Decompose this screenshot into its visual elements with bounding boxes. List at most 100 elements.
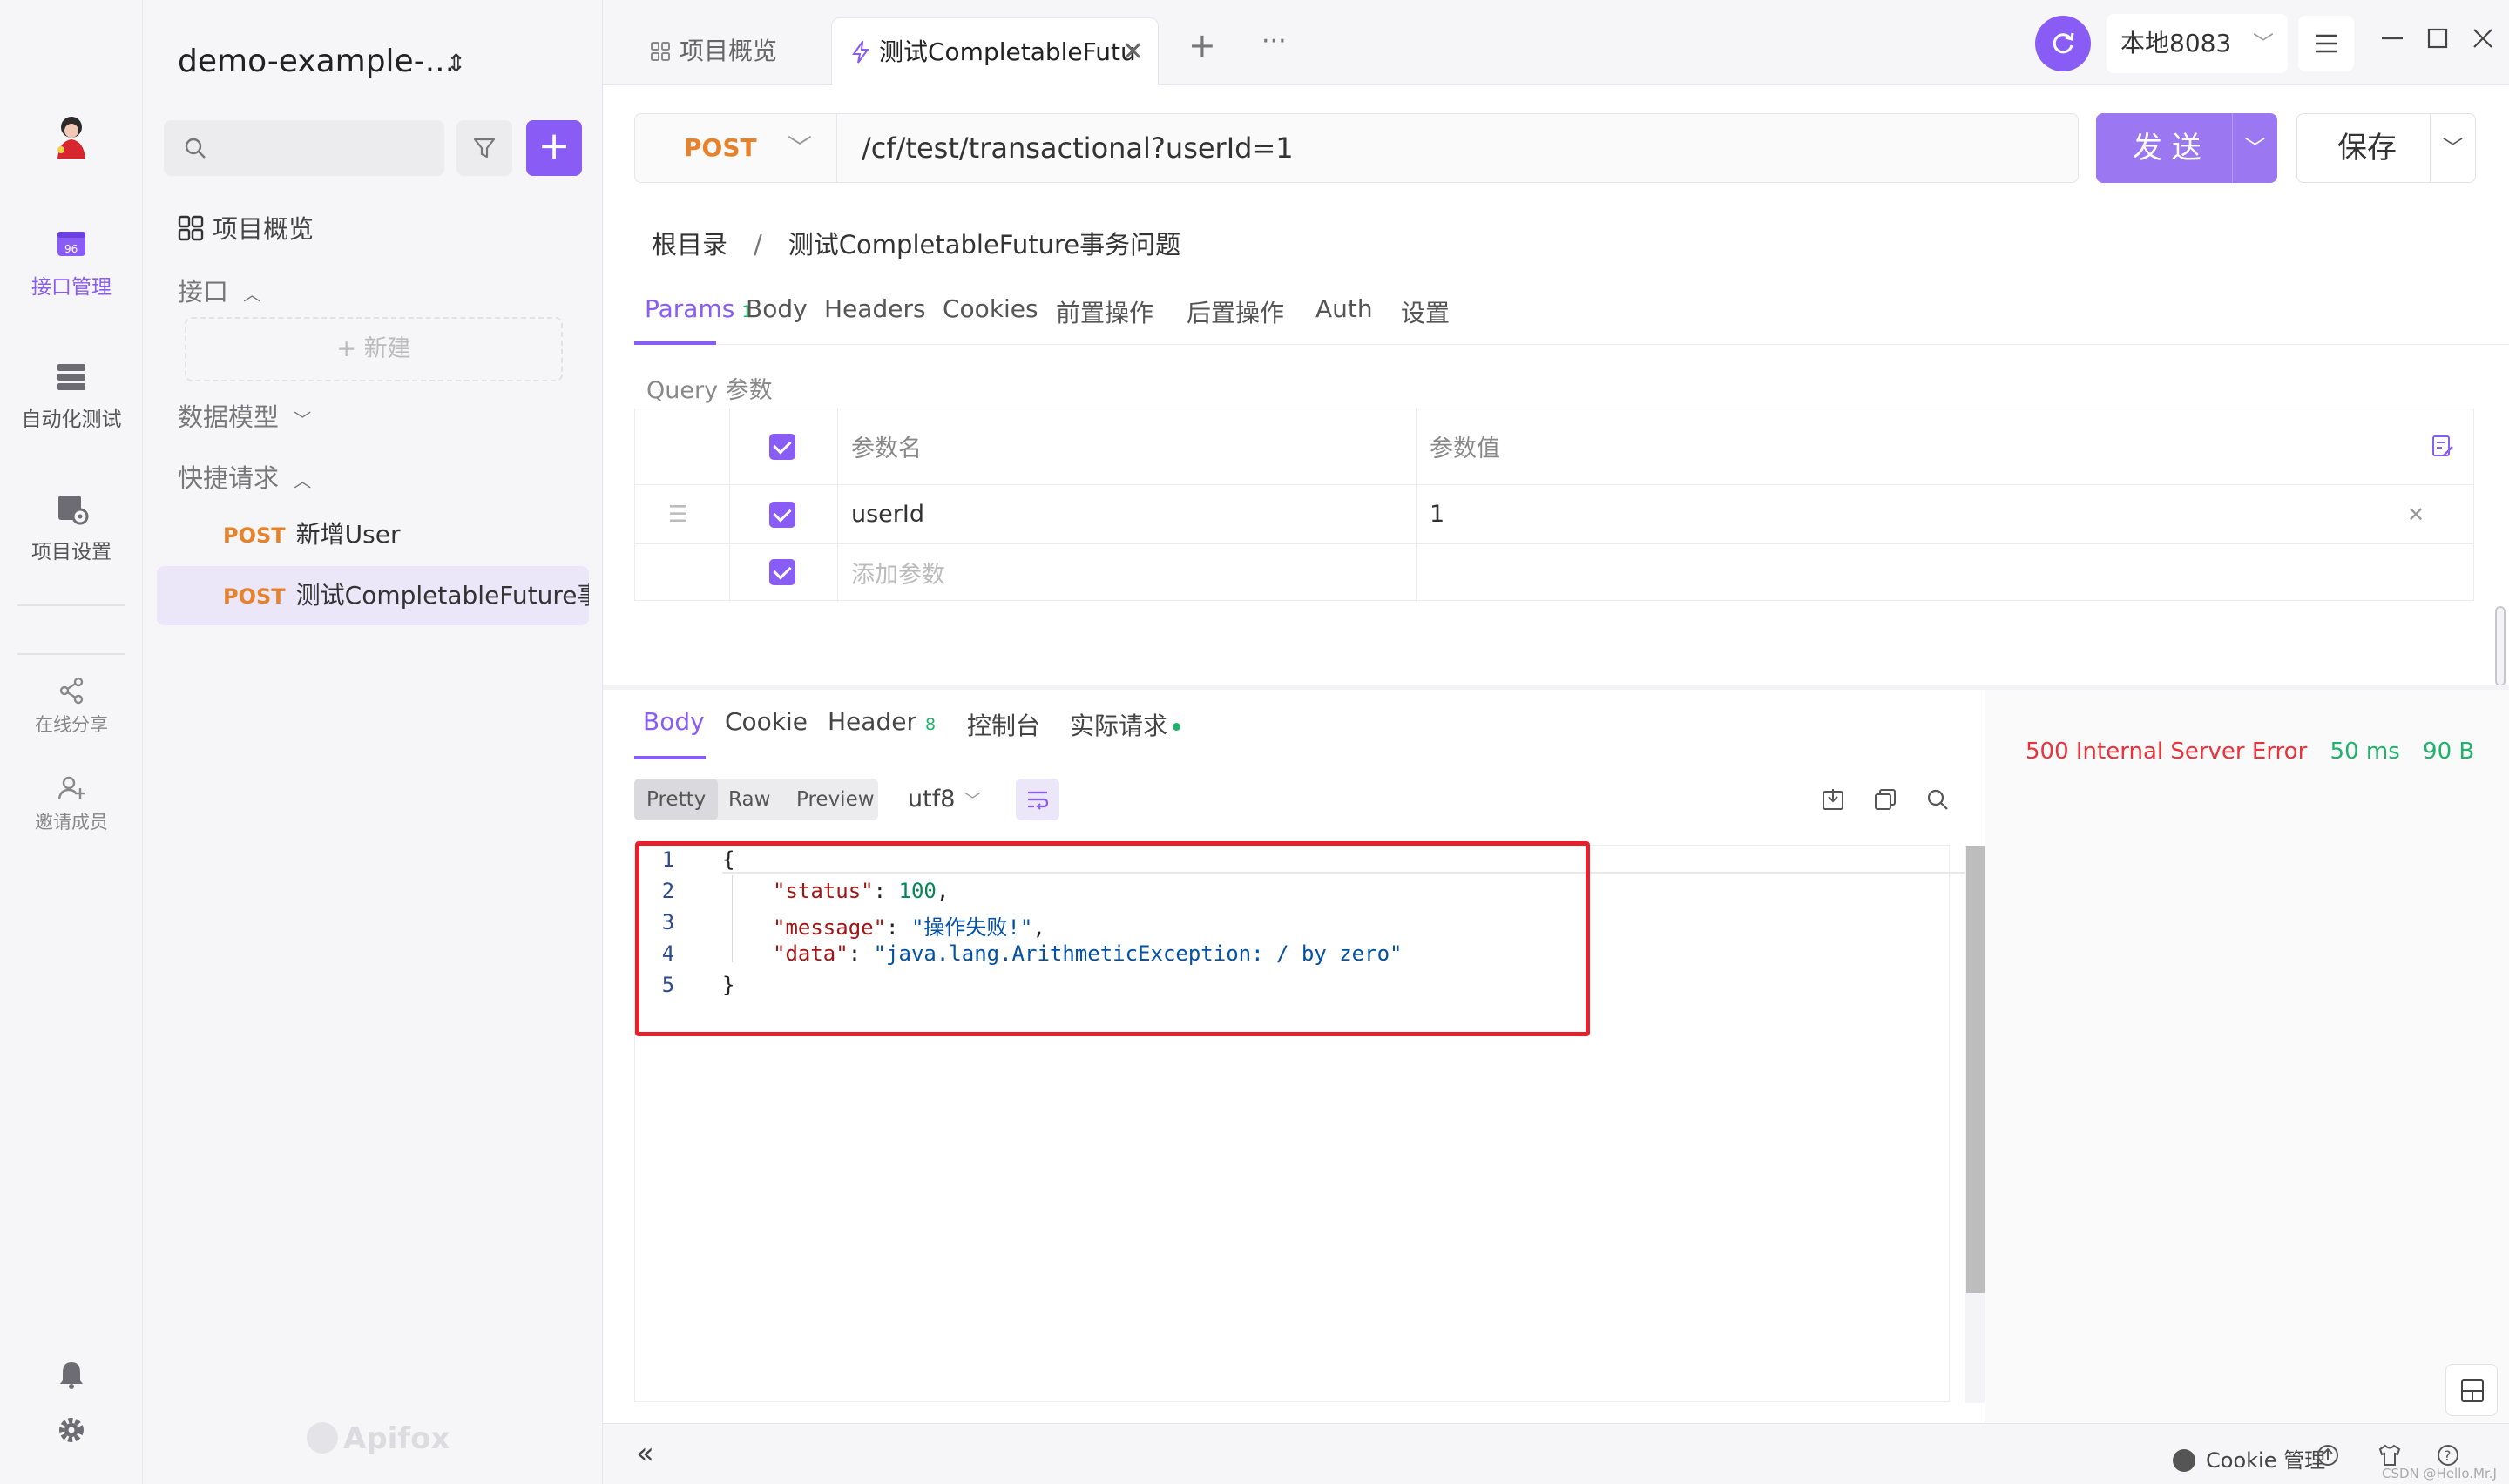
encoding-select[interactable]: utf8 ﹀ xyxy=(908,786,981,813)
add-param-input[interactable]: 添加参数 xyxy=(851,544,945,600)
apifox-logo-icon xyxy=(307,1422,338,1454)
copy-icon[interactable] xyxy=(1873,787,1897,812)
rail-label: 自动化测试 xyxy=(21,408,122,431)
user-avatar-icon[interactable] xyxy=(52,111,91,160)
apifox-logo: Apifox xyxy=(307,1421,450,1456)
breadcrumb-root[interactable]: 根目录 xyxy=(652,230,727,260)
request-name: 测试CompletableFuture事... xyxy=(295,581,589,610)
rail-item-project-settings[interactable]: 项目设置 xyxy=(0,491,143,564)
request-item-selected[interactable]: POST 测试CompletableFuture事... xyxy=(157,566,589,625)
tab-params[interactable]: Params 1 xyxy=(645,294,752,323)
bulk-edit-icon[interactable] xyxy=(2431,435,2454,459)
collapse-sidebar-icon[interactable]: « xyxy=(636,1436,654,1471)
new-interface-button[interactable]: + 新建 xyxy=(185,317,563,381)
chevron-down-icon[interactable]: ﹀ xyxy=(2430,114,2475,182)
new-tab-icon[interactable]: + xyxy=(1188,26,1216,64)
close-window-icon[interactable] xyxy=(2469,24,2497,52)
watermark: CSDN @Hello.Mr.J xyxy=(2382,1466,2497,1481)
view-pretty[interactable]: Pretty xyxy=(634,779,719,820)
request-item[interactable]: POST 新增User xyxy=(157,505,589,564)
view-raw[interactable]: Raw xyxy=(728,779,770,820)
tab-body[interactable]: Body xyxy=(746,294,808,323)
tab-pre-operations[interactable]: 前置操作 xyxy=(1056,294,1153,329)
tree-item-overview[interactable]: 项目概览 xyxy=(178,209,314,246)
drag-handle-icon[interactable]: ☰ xyxy=(668,485,688,543)
tab-current-request[interactable]: 测试CompletableFutu ✕ xyxy=(831,17,1159,85)
main-panel: 项目概览 测试CompletableFutu ✕ + ··· 本地8083 ﹀ xyxy=(603,0,2509,1484)
tab-cookies[interactable]: Cookies xyxy=(943,294,1038,323)
help-icon[interactable]: ? xyxy=(2436,1443,2460,1467)
environment-select[interactable]: 本地8083 ﹀ xyxy=(2107,14,2288,73)
download-icon[interactable] xyxy=(1821,787,1845,812)
grid-icon xyxy=(178,215,204,241)
breadcrumb-current: 测试CompletableFuture事务问题 xyxy=(788,230,1181,260)
rail-item-api-management[interactable]: 96 接口管理 xyxy=(0,226,143,300)
rail-label: 接口管理 xyxy=(31,276,112,299)
url-input[interactable]: /cf/test/transactional?userId=1 xyxy=(862,114,1294,182)
data-models-label: 数据模型 xyxy=(178,402,280,432)
rail-divider xyxy=(17,604,125,606)
close-tab-icon[interactable]: ✕ xyxy=(1122,18,1144,85)
send-button[interactable]: 发 送 ﹀ xyxy=(2096,113,2277,183)
layout-toggle-button[interactable] xyxy=(2445,1364,2498,1416)
row-enabled-checkbox[interactable] xyxy=(769,485,795,543)
rail-item-invite[interactable]: 邀请成员 xyxy=(0,773,143,834)
bell-icon[interactable] xyxy=(56,1359,87,1390)
status-code: 500 Internal Server Error xyxy=(2025,739,2308,765)
shirt-icon[interactable] xyxy=(2377,1443,2403,1467)
tab-auth[interactable]: Auth xyxy=(1315,294,1373,323)
tab-headers[interactable]: Headers xyxy=(824,294,926,323)
save-button[interactable]: 保存 ﹀ xyxy=(2296,113,2476,183)
tree-group-data-models[interactable]: 数据模型 ﹀ xyxy=(178,397,311,434)
tab-post-operations[interactable]: 后置操作 xyxy=(1187,294,1284,329)
rail-item-share[interactable]: 在线分享 xyxy=(0,676,143,737)
param-name-input[interactable]: userId xyxy=(851,485,924,543)
rail-item-automation-test[interactable]: 自动化测试 xyxy=(0,359,143,432)
share-icon xyxy=(59,677,84,705)
select-all-checkbox[interactable] xyxy=(769,408,795,484)
panel-scrollbar[interactable] xyxy=(2495,606,2506,686)
chevron-up-icon: ︿ xyxy=(243,284,261,305)
tree-group-quick-requests[interactable]: 快捷请求 ︿ xyxy=(178,458,311,495)
method-label: POST xyxy=(684,133,757,162)
tab-project-overview[interactable]: 项目概览 xyxy=(613,17,822,85)
filter-button[interactable] xyxy=(456,120,512,176)
svg-text:?: ? xyxy=(2444,1447,2452,1464)
chevron-down-icon[interactable]: ﹀ xyxy=(2232,113,2277,183)
project-switch-icon[interactable]: ⇕ xyxy=(446,49,466,78)
response-panel: Body Cookie Header 8 控制台 实际请求 Pretty Raw … xyxy=(603,685,2509,1432)
resp-tab-header[interactable]: Header 8 xyxy=(828,707,936,736)
resp-tab-console[interactable]: 控制台 xyxy=(967,707,1040,742)
param-value-input[interactable]: 1 xyxy=(1430,485,1444,543)
response-status-panel: 500 Internal Server Error 50 ms 90 B xyxy=(1985,690,2509,1432)
word-wrap-toggle[interactable] xyxy=(1016,779,1059,820)
upload-icon[interactable] xyxy=(2316,1443,2340,1467)
resp-tab-body[interactable]: Body xyxy=(643,707,705,736)
sync-button[interactable] xyxy=(2035,16,2091,71)
table-header-row: 参数名 参数值 xyxy=(635,408,2473,602)
search-icon[interactable] xyxy=(1925,787,1950,812)
sidebar-search-input[interactable] xyxy=(164,120,444,176)
tab-settings[interactable]: 设置 xyxy=(1401,294,1450,329)
tab-label: 项目概览 xyxy=(680,37,778,65)
method-select[interactable]: POST ﹀ xyxy=(635,114,837,182)
project-name[interactable]: demo-example-... xyxy=(178,44,455,79)
resp-tab-cookie[interactable]: Cookie xyxy=(725,707,808,736)
method-badge: POST xyxy=(223,584,286,609)
resp-tab-actual-request[interactable]: 实际请求 xyxy=(1070,707,1181,742)
gear-icon[interactable] xyxy=(56,1414,87,1446)
chevron-down-icon: ﹀ xyxy=(294,409,312,430)
maximize-icon[interactable] xyxy=(2424,24,2452,52)
cookie-manager-button[interactable]: Cookie 管理 xyxy=(2173,1443,2325,1474)
filter-icon xyxy=(473,138,496,159)
menu-button[interactable] xyxy=(2298,16,2354,71)
left-nav-rail: 96 接口管理 自动化测试 项目设置 在线分享 邀请成员 xyxy=(0,0,143,1484)
add-button[interactable]: + xyxy=(526,120,582,176)
tree-group-interfaces[interactable]: 接口 ︿ xyxy=(178,272,260,308)
view-preview[interactable]: Preview xyxy=(796,779,875,820)
delete-row-icon[interactable]: ✕ xyxy=(2407,485,2424,543)
more-tabs-icon[interactable]: ··· xyxy=(1261,26,1287,57)
row-enabled-checkbox[interactable] xyxy=(769,544,795,600)
table-row-new: 添加参数 xyxy=(635,544,2473,600)
minimize-icon[interactable] xyxy=(2378,24,2406,52)
